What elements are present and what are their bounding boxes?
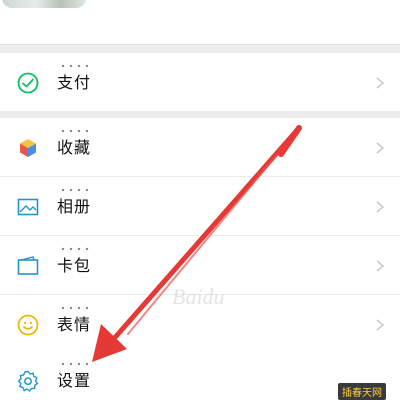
menu-item-favorites[interactable]: 收藏 bbox=[0, 118, 400, 177]
image-icon bbox=[16, 195, 40, 219]
faint-watermark: Baidu bbox=[172, 284, 225, 309]
profile-header[interactable] bbox=[0, 0, 400, 45]
pay-section: 支付 bbox=[0, 53, 400, 111]
chevron-right-icon bbox=[374, 195, 386, 219]
wechat-me-screen: 支付 收藏 相册 卡包 表情 设置 Baidu 插春天网 bbox=[0, 0, 400, 400]
menu-item-album[interactable]: 相册 bbox=[0, 177, 400, 236]
wechat-pay-icon bbox=[16, 71, 40, 95]
chevron-right-icon bbox=[374, 71, 386, 95]
menu-item-pay[interactable]: 支付 bbox=[0, 53, 400, 111]
cube-icon bbox=[16, 136, 40, 160]
wallet-icon bbox=[16, 254, 40, 278]
menu-item-label: 支付 bbox=[57, 63, 92, 95]
menu-item-label: 设置 bbox=[57, 361, 92, 393]
menu-item-label: 卡包 bbox=[57, 246, 92, 278]
chevron-right-icon bbox=[374, 136, 386, 160]
smiley-icon bbox=[16, 313, 40, 337]
chevron-right-icon bbox=[374, 254, 386, 278]
corner-watermark: 插春天网 bbox=[338, 383, 386, 400]
chevron-right-icon bbox=[374, 313, 386, 337]
features-section: 收藏 相册 卡包 表情 bbox=[0, 118, 400, 353]
avatar[interactable] bbox=[2, 0, 86, 8]
gear-icon bbox=[16, 369, 40, 393]
menu-item-label: 相册 bbox=[57, 187, 92, 219]
menu-item-label: 表情 bbox=[57, 305, 92, 337]
menu-item-label: 收藏 bbox=[57, 128, 92, 160]
